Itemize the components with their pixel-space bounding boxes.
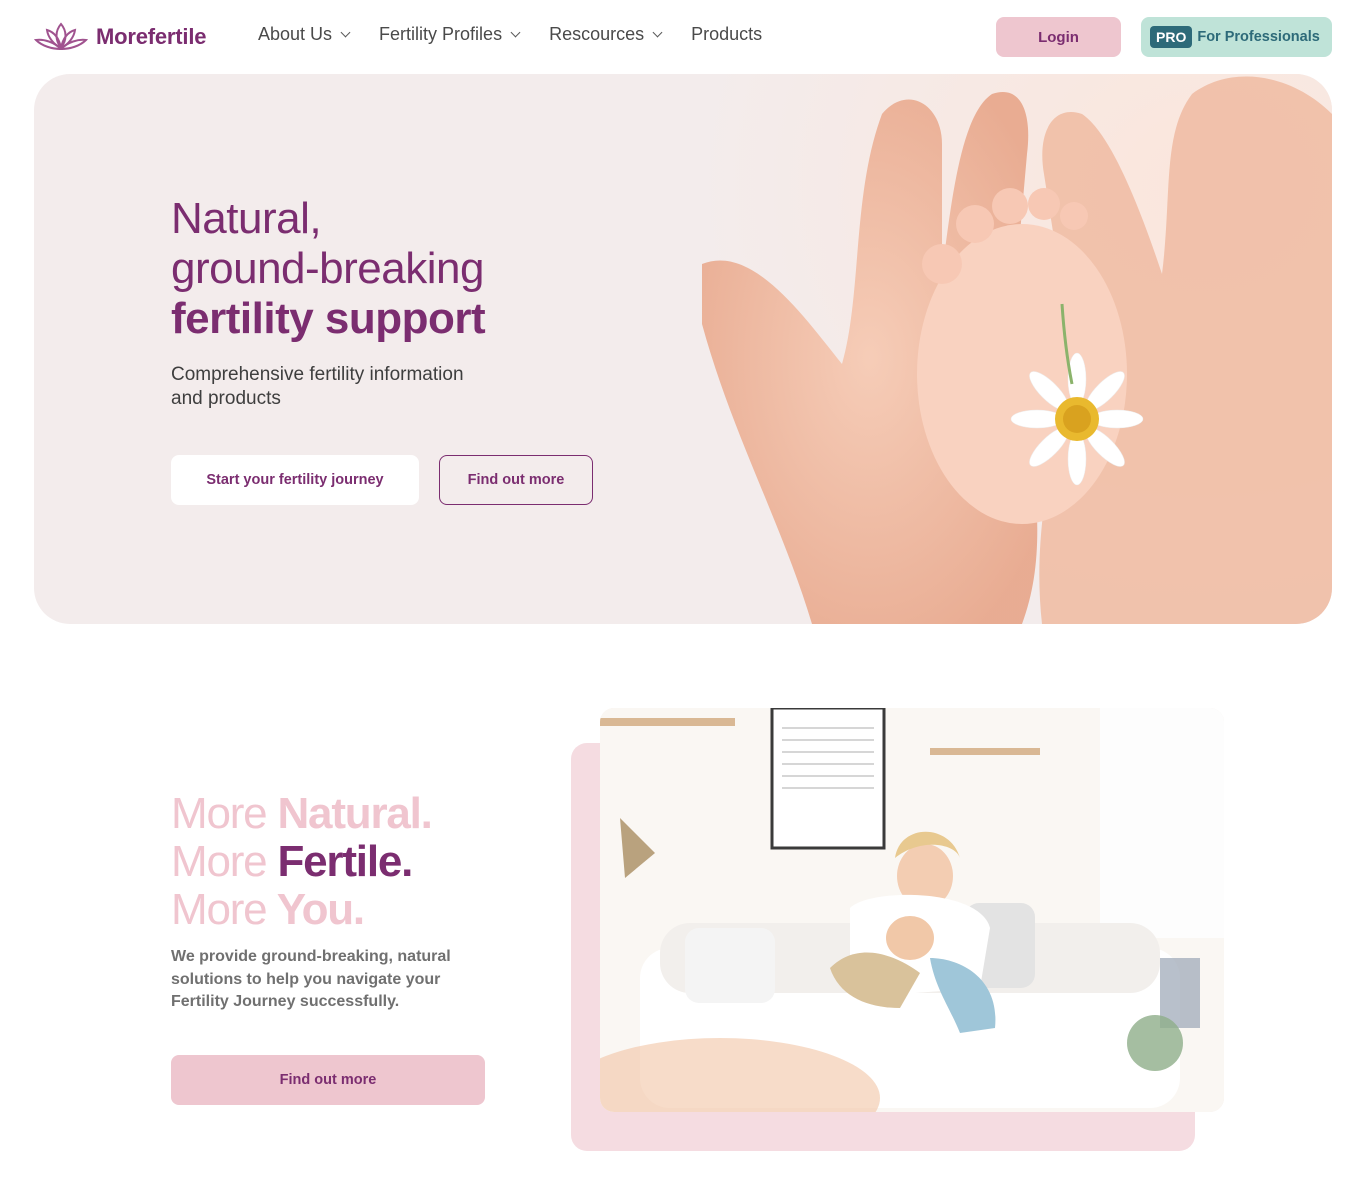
hero-image-hands-baby-foot bbox=[692, 74, 1332, 624]
chevron-down-icon bbox=[340, 27, 351, 37]
pro-badge: PRO bbox=[1150, 26, 1193, 48]
top-nav: Morefertile About Us Fertility Profiles … bbox=[0, 0, 1366, 74]
login-button[interactable]: Login bbox=[996, 17, 1121, 57]
nav-item-products[interactable]: Products bbox=[691, 24, 762, 45]
chevron-down-icon bbox=[652, 27, 663, 37]
intro-find-out-more-button[interactable]: Find out more bbox=[171, 1055, 485, 1105]
hero-subtitle: Comprehensive fertility information and … bbox=[171, 364, 464, 409]
hero-headline-line3: fertility support bbox=[171, 294, 486, 343]
tagline-more: More bbox=[171, 837, 268, 886]
tagline-more: More bbox=[171, 789, 268, 838]
tagline-line1: More Natural. bbox=[171, 789, 433, 838]
tagline-line3: More You. bbox=[171, 886, 432, 934]
hero-section: Natural, ground-breaking fertility suppo… bbox=[34, 74, 1332, 624]
hero-headline: Natural, ground-breaking fertility suppo… bbox=[171, 194, 486, 344]
nav-item-label: About Us bbox=[258, 24, 333, 44]
lotus-icon bbox=[34, 22, 88, 51]
hero-find-out-more-button[interactable]: Find out more bbox=[439, 455, 593, 505]
start-journey-button[interactable]: Start your fertility journey bbox=[171, 455, 419, 505]
tagline-you: You. bbox=[276, 885, 365, 934]
brand-name: Morefertile bbox=[96, 24, 207, 49]
main-menu: About Us Fertility Profiles Rescources P… bbox=[258, 24, 762, 45]
chevron-down-icon bbox=[510, 27, 521, 37]
tagline-more: More bbox=[171, 885, 268, 934]
nav-item-label: Rescources bbox=[549, 24, 645, 44]
tagline-fertile: Fertile. bbox=[277, 837, 413, 886]
tagline-heading: More Natural. More Fertile. More You. bbox=[171, 789, 433, 934]
nav-item-label: Fertility Profiles bbox=[379, 24, 503, 44]
for-professionals-label: For Professionals bbox=[1197, 29, 1320, 45]
nav-item-fertility-profiles[interactable]: Fertility Profiles bbox=[379, 24, 521, 45]
nav-item-resources[interactable]: Rescources bbox=[549, 24, 663, 45]
nav-item-about-us[interactable]: About Us bbox=[258, 24, 351, 45]
nav-item-label: Products bbox=[691, 24, 763, 44]
brand-logo[interactable]: Morefertile bbox=[34, 20, 206, 54]
for-professionals-button[interactable]: PRO For Professionals bbox=[1141, 17, 1332, 57]
tagline-line2: More Fertile. bbox=[171, 838, 432, 886]
hero-headline-line2: ground-breaking bbox=[171, 244, 484, 293]
hero-headline-line1: Natural, bbox=[171, 194, 322, 243]
mother-child-photo bbox=[600, 708, 1224, 1112]
intro-body-text: We provide ground-breaking, natural solu… bbox=[171, 948, 451, 1010]
tagline-natural: Natural. bbox=[277, 789, 432, 838]
